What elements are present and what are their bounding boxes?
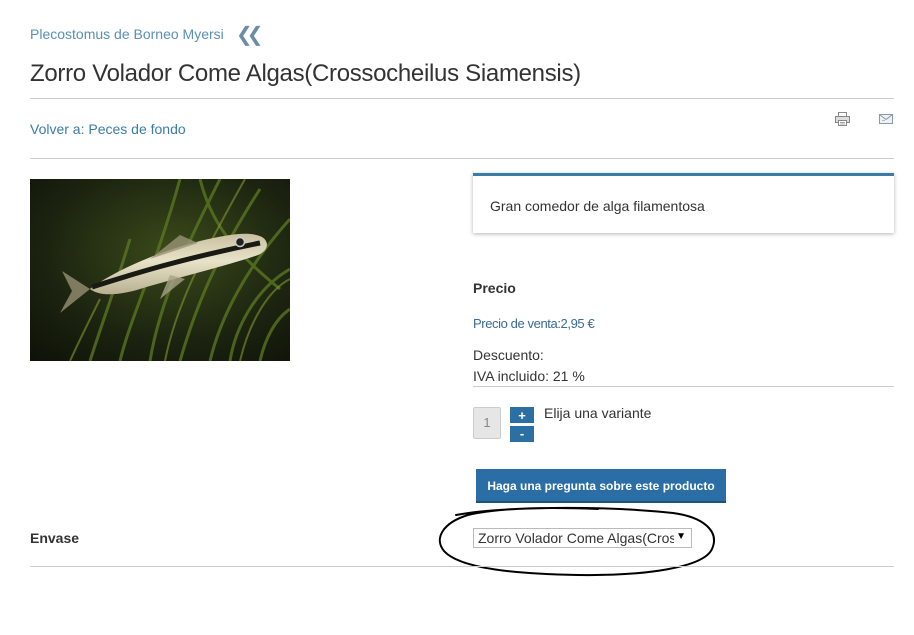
variant-hint: Elija una variante <box>544 405 652 421</box>
page-title: Zorro Volador Come Algas(Crossocheilus S… <box>30 60 581 87</box>
ask-question-button[interactable]: Haga una pregunta sobre este producto <box>476 469 726 503</box>
price-divider <box>473 386 894 387</box>
dropdown-arrow-icon: ▼ <box>676 531 686 542</box>
quantity-input[interactable]: 1 <box>473 407 501 439</box>
variant-select-value: Zorro Volador Come Algas(Crossocheilus S… <box>478 530 674 546</box>
breadcrumb-link[interactable]: Plecostomus de Borneo Myersi <box>30 26 224 42</box>
title-divider <box>30 98 894 99</box>
footer-divider <box>30 566 894 567</box>
quantity-increase-button[interactable]: + <box>510 407 534 423</box>
double-chevron-left-icon[interactable]: ❮❮ <box>236 22 263 47</box>
variant-select[interactable]: Zorro Volador Come Algas(Crossocheilus S… <box>473 528 692 548</box>
header-divider <box>30 158 894 159</box>
quantity-decrease-button[interactable]: - <box>510 426 534 442</box>
print-icon[interactable] <box>835 112 850 126</box>
discount-label: Descuento: <box>473 347 544 363</box>
back-link[interactable]: Volver a: Peces de fondo <box>30 121 186 137</box>
short-description: Gran comedor de alga filamentosa <box>490 198 705 214</box>
short-description-panel: Gran comedor de alga filamentosa <box>473 173 894 233</box>
product-image <box>30 179 290 361</box>
variant-label: Envase <box>30 530 80 546</box>
email-icon[interactable] <box>879 114 893 124</box>
sale-price: Precio de venta:2,95 € <box>473 316 595 331</box>
vat-label: IVA incluido: 21 % <box>473 368 585 384</box>
price-heading: Precio <box>473 280 516 296</box>
